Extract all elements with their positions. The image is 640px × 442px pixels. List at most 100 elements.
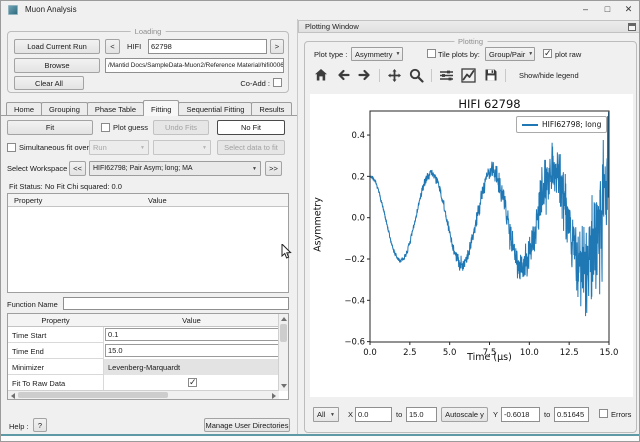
minimizer-value[interactable]: Levenberg-Marquardt <box>108 363 180 372</box>
table-row[interactable]: Time Start <box>8 327 278 343</box>
next-run-button[interactable]: > <box>270 39 284 54</box>
customize-plot-icon[interactable] <box>461 68 476 83</box>
row-property: Time Start <box>12 331 46 340</box>
undo-fits-button[interactable]: Undo Fits <box>153 120 209 135</box>
tab-grouping[interactable]: Grouping <box>41 102 88 116</box>
simultaneous-scope-combo[interactable]: Run▼ <box>89 140 149 155</box>
workspace-value: HIFI62798; Pair Asym; long; MA <box>93 165 193 172</box>
time-start-input[interactable] <box>105 328 279 341</box>
y-to-label: to <box>544 410 550 419</box>
plotting-group-label: Plotting <box>454 37 487 46</box>
previous-run-button[interactable]: < <box>105 39 120 54</box>
row-property: Time End <box>12 347 44 356</box>
simultaneous-selection-combo[interactable]: ▼ <box>153 140 211 155</box>
autoscale-y-button[interactable]: Autoscale y <box>441 407 488 422</box>
plot-raw-checkbox[interactable] <box>543 49 552 58</box>
maximize-button[interactable]: □ <box>598 2 617 17</box>
workspace-previous-button[interactable]: << <box>69 161 86 176</box>
table-row[interactable]: Minimizer Levenberg-Marquardt <box>8 359 278 375</box>
time-end-input[interactable] <box>105 344 279 357</box>
help-label: Help : <box>9 422 29 431</box>
x-min-input[interactable] <box>355 407 392 422</box>
parameters-value-header: Value <box>148 196 167 205</box>
horizontal-scrollbar[interactable] <box>8 390 279 399</box>
tile-by-combo[interactable]: Group/Pair▼ <box>485 47 535 61</box>
scroll-up-icon[interactable] <box>281 317 287 321</box>
plot-legend[interactable]: HIFI62798; long <box>516 116 607 133</box>
clear-all-button[interactable]: Clear All <box>14 76 84 90</box>
zoom-icon[interactable] <box>409 68 424 83</box>
app-icon <box>8 5 18 15</box>
function-name-label: Function Name <box>7 300 58 309</box>
application-window: Muon Analysis – □ ✕ Loading Load Current… <box>0 0 640 442</box>
function-name-input[interactable] <box>63 297 289 310</box>
svg-text:0.0: 0.0 <box>351 214 365 224</box>
plot-guess-checkbox[interactable] <box>101 123 110 132</box>
curve-scope-combo[interactable]: All▼ <box>313 407 339 422</box>
fit-parameters-header: Property Value <box>8 194 288 207</box>
scroll-left-icon[interactable] <box>11 393 15 399</box>
fit-button[interactable]: Fit <box>7 120 93 135</box>
tab-home[interactable]: Home <box>6 102 42 116</box>
tab-phase-table[interactable]: Phase Table <box>87 102 144 116</box>
chevron-down-icon: ▼ <box>137 145 145 151</box>
toolbar-separator <box>379 69 380 82</box>
y-min-input[interactable] <box>501 407 540 422</box>
plot-guess-label: Plot guess <box>113 123 148 132</box>
chevron-down-icon: ▼ <box>199 145 207 151</box>
pan-icon[interactable] <box>387 68 402 83</box>
fit-settings-table[interactable]: Property Value Time Start Time End Minim… <box>7 313 289 400</box>
plot-figure[interactable]: HIFI 62798 Asymmetry Time (μs) 0.02.55.0… <box>310 94 633 397</box>
x-max-input[interactable] <box>406 407 437 422</box>
muon-analysis-panel: Loading Load Current Run < HIFI > Browse… <box>1 19 297 434</box>
simultaneous-fit-checkbox[interactable] <box>7 143 16 152</box>
show-hide-legend-button[interactable]: Show/hide legend <box>513 68 585 83</box>
vertical-scrollbar[interactable] <box>278 314 288 391</box>
tab-results[interactable]: Results <box>251 102 292 116</box>
close-button[interactable]: ✕ <box>619 2 638 17</box>
tile-plots-checkbox[interactable] <box>427 49 436 58</box>
file-path-field[interactable]: /Mantid Docs/SampleData-Muon2/Reference … <box>105 58 284 73</box>
tab-fitting[interactable]: Fitting <box>143 100 179 116</box>
legend-label: HIFI62798; long <box>542 120 601 129</box>
back-icon[interactable] <box>335 68 350 83</box>
plotting-dock-titlebar[interactable]: Plotting Window <box>298 20 640 33</box>
plot-type-label: Plot type : <box>314 50 347 59</box>
plot-type-combo[interactable]: Asymmetry▼ <box>351 47 403 61</box>
home-icon[interactable] <box>313 68 328 83</box>
tab-sequential-fitting[interactable]: Sequential Fitting <box>178 102 252 116</box>
minimize-button[interactable]: – <box>576 2 595 17</box>
manage-user-directories-button[interactable]: Manage User Directories <box>204 418 290 432</box>
subplots-icon[interactable] <box>439 68 454 83</box>
scroll-down-icon[interactable] <box>281 384 287 388</box>
settings-property-header: Property <box>8 316 103 325</box>
save-icon[interactable] <box>483 68 498 83</box>
co-add-checkbox[interactable] <box>273 78 282 87</box>
plot-raw-label: plot raw <box>555 50 581 59</box>
svg-text:0.4: 0.4 <box>351 131 365 141</box>
errors-checkbox[interactable] <box>599 409 608 418</box>
forward-icon[interactable] <box>357 68 372 83</box>
workspace-combo[interactable]: HIFI62798; Pair Asym; long; MA▼ <box>89 161 261 176</box>
run-number-input[interactable] <box>148 39 267 54</box>
load-current-run-button[interactable]: Load Current Run <box>14 39 100 54</box>
help-button[interactable]: ? <box>33 418 47 432</box>
plot-x-axis-label: Time (μs) <box>370 352 609 363</box>
scrollbar-thumb[interactable] <box>18 392 168 398</box>
workspace-next-button[interactable]: >> <box>265 161 282 176</box>
table-row[interactable]: Fit To Raw Data <box>8 375 278 391</box>
y-max-input[interactable] <box>554 407 589 422</box>
browse-button[interactable]: Browse <box>14 58 100 73</box>
fit-to-raw-checkbox[interactable] <box>188 378 197 387</box>
fit-parameters-table[interactable]: Property Value <box>7 193 289 293</box>
table-row[interactable]: Time End <box>8 343 278 359</box>
tile-by-value: Group/Pair <box>489 50 525 59</box>
float-dock-icon[interactable] <box>628 23 636 31</box>
scrollbar-thumb[interactable] <box>280 324 287 342</box>
select-data-to-fit-button[interactable]: Select data to fit <box>217 140 285 155</box>
no-fit-button[interactable]: No Fit <box>217 120 285 135</box>
panel-divider <box>297 19 298 434</box>
curve-scope-value: All <box>317 410 325 419</box>
row-property: Minimizer <box>12 363 44 372</box>
scroll-right-icon[interactable] <box>272 393 276 399</box>
